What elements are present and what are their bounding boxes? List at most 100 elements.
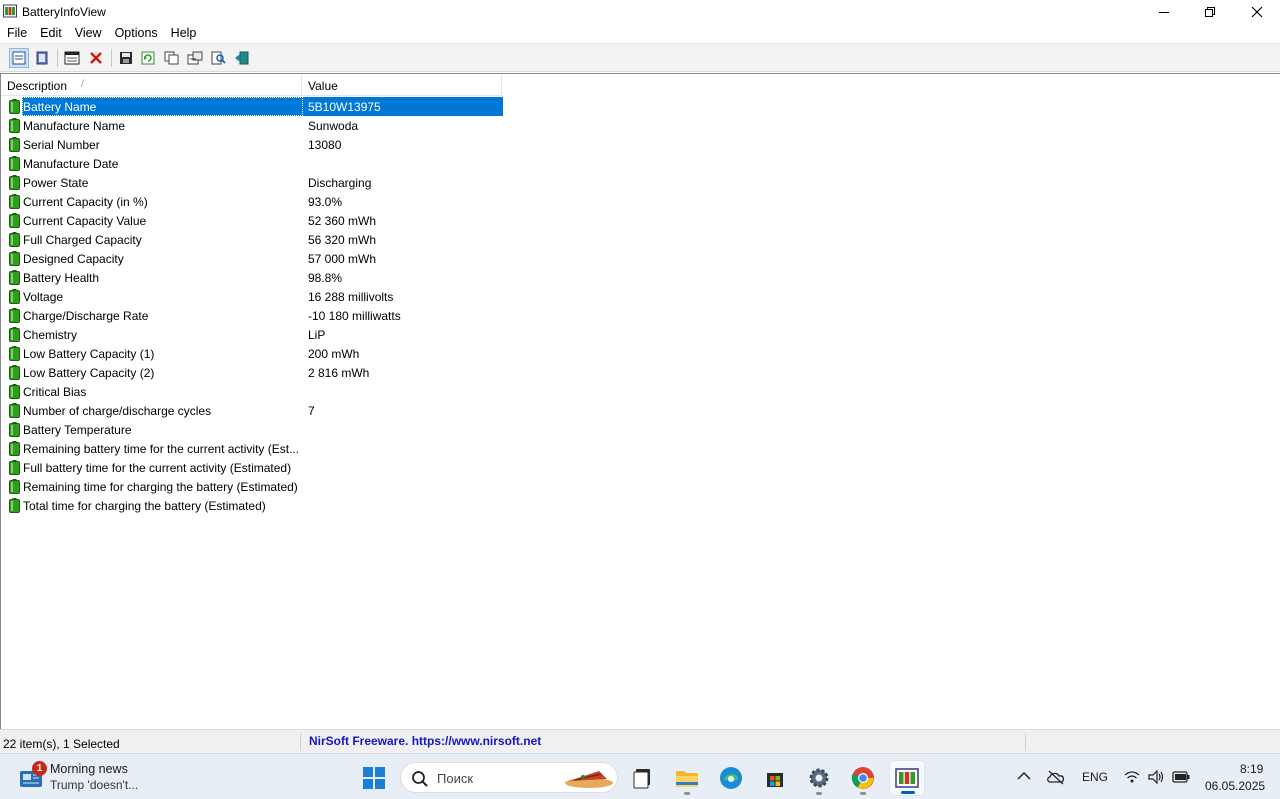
cell-value: 13080 bbox=[308, 138, 342, 152]
taskbar-search[interactable]: Поиск bbox=[400, 762, 618, 793]
restore-icon bbox=[1205, 7, 1215, 17]
start-button[interactable] bbox=[356, 760, 392, 796]
close-button[interactable] bbox=[1234, 0, 1280, 24]
taskbar-chrome[interactable] bbox=[845, 760, 881, 796]
cell-value: 98.8% bbox=[308, 271, 343, 285]
cell-description: Full Charged Capacity bbox=[23, 233, 142, 247]
battery-icon bbox=[9, 213, 20, 228]
list-item[interactable]: Power State Discharging bbox=[1, 173, 503, 192]
sort-indicator-icon: / bbox=[81, 79, 84, 90]
list-item[interactable]: Charge/Discharge Rate -10 180 milliwatts bbox=[1, 306, 503, 325]
taskbar-store[interactable] bbox=[757, 760, 793, 796]
list-item[interactable]: Battery Name 5B10W13975 bbox=[1, 97, 503, 116]
html-report-button[interactable] bbox=[185, 48, 205, 68]
cell-description: Designed Capacity bbox=[23, 252, 124, 266]
volume-icon[interactable] bbox=[1147, 769, 1165, 785]
search-highlight-illustration-icon bbox=[565, 771, 613, 788]
battery-icon bbox=[9, 422, 20, 437]
wifi-icon[interactable] bbox=[1124, 770, 1140, 784]
column-header-description[interactable]: Description / bbox=[1, 74, 302, 96]
save-button[interactable] bbox=[116, 48, 136, 68]
exit-button[interactable] bbox=[232, 48, 252, 68]
restore-button[interactable] bbox=[1187, 0, 1233, 24]
menu-edit[interactable]: Edit bbox=[33, 24, 68, 43]
find-button[interactable] bbox=[209, 48, 229, 68]
taskbar-file-explorer[interactable] bbox=[669, 760, 705, 796]
list-item[interactable]: Full battery time for the current activi… bbox=[1, 458, 503, 477]
taskbar-batteryinfoview[interactable] bbox=[889, 760, 925, 796]
list-item[interactable]: Low Battery Capacity (2) 2 816 mWh bbox=[1, 363, 503, 382]
menu-help[interactable]: Help bbox=[164, 24, 203, 43]
taskbar-settings[interactable] bbox=[801, 760, 837, 796]
battery-info-mode-button[interactable] bbox=[9, 48, 29, 68]
clock-time[interactable]: 8:19 bbox=[1240, 762, 1263, 776]
delete-button[interactable] bbox=[86, 48, 106, 68]
minimize-button[interactable] bbox=[1141, 0, 1187, 24]
list-item[interactable]: Number of charge/discharge cycles 7 bbox=[1, 401, 503, 420]
list-item[interactable]: Designed Capacity 57 000 mWh bbox=[1, 249, 503, 268]
show-hidden-icons-chevron-icon[interactable] bbox=[1017, 771, 1031, 781]
battery-icon bbox=[9, 441, 20, 456]
cell-value: 16 288 millivolts bbox=[308, 290, 394, 304]
battery-icon bbox=[9, 460, 20, 475]
cell-description: Power State bbox=[23, 176, 89, 190]
battery-icon bbox=[9, 479, 20, 494]
cell-value: 56 320 mWh bbox=[308, 233, 377, 247]
cell-description: Total time for charging the battery (Est… bbox=[23, 499, 266, 513]
battery-log-mode-button[interactable] bbox=[32, 48, 52, 68]
battery-icon bbox=[9, 232, 20, 247]
list-item[interactable]: Chemistry LiP bbox=[1, 325, 503, 344]
battery-icon bbox=[9, 99, 20, 114]
cell-value: 200 mWh bbox=[308, 347, 360, 361]
cell-description: Battery Temperature bbox=[23, 423, 132, 437]
taskbar-edge[interactable] bbox=[713, 760, 749, 796]
menu-bar: File Edit View Options Help bbox=[0, 24, 1280, 43]
list-item[interactable]: Full Charged Capacity 56 320 mWh bbox=[1, 230, 503, 249]
menu-file[interactable]: File bbox=[0, 24, 33, 43]
clock-date[interactable]: 06.05.2025 bbox=[1205, 779, 1265, 793]
copy-icon bbox=[164, 51, 179, 65]
refresh-button[interactable] bbox=[138, 48, 158, 68]
list-item[interactable]: Voltage 16 288 millivolts bbox=[1, 287, 503, 306]
list-item[interactable]: Serial Number 13080 bbox=[1, 135, 503, 154]
nirsoft-link[interactable]: NirSoft Freeware. https://www.nirsoft.ne… bbox=[309, 730, 541, 754]
list-item[interactable]: Remaining battery time for the current a… bbox=[1, 439, 503, 458]
search-icon bbox=[412, 771, 428, 787]
edge-browser-icon bbox=[720, 767, 742, 789]
cell-description: Current Capacity Value bbox=[23, 214, 147, 228]
list-item[interactable]: Remaining time for charging the battery … bbox=[1, 477, 503, 496]
list-item[interactable]: Battery Health 98.8% bbox=[1, 268, 503, 287]
cell-value: -10 180 milliwatts bbox=[308, 309, 401, 323]
onedrive-offline-icon[interactable] bbox=[1046, 769, 1066, 785]
task-view-button[interactable] bbox=[625, 760, 661, 796]
list-item[interactable]: Battery Temperature bbox=[1, 420, 503, 439]
battery-tray-icon[interactable] bbox=[1172, 771, 1190, 783]
cell-description: Voltage bbox=[23, 290, 64, 304]
list-item[interactable]: Manufacture Name Sunwoda bbox=[1, 116, 503, 135]
list-item[interactable]: Total time for charging the battery (Est… bbox=[1, 496, 503, 515]
task-view-icon bbox=[633, 769, 650, 789]
report-icon bbox=[187, 51, 203, 65]
cell-value: 7 bbox=[308, 404, 315, 418]
list-item[interactable]: Low Battery Capacity (1) 200 mWh bbox=[1, 344, 503, 363]
menu-view[interactable]: View bbox=[68, 24, 108, 43]
list-item[interactable]: Current Capacity Value 52 360 mWh bbox=[1, 211, 503, 230]
list-item[interactable]: Critical Bias bbox=[1, 382, 503, 401]
battery-icon bbox=[9, 156, 20, 171]
window-properties-icon bbox=[64, 51, 80, 65]
refresh-icon bbox=[141, 51, 155, 65]
language-indicator[interactable]: ENG bbox=[1082, 770, 1108, 784]
battery-list-view[interactable]: Description / Value Battery Name 5B10W139… bbox=[0, 73, 1280, 729]
copy-button[interactable] bbox=[162, 48, 182, 68]
focus-rectangle bbox=[22, 97, 303, 116]
list-item[interactable]: Current Capacity (in %) 93.0% bbox=[1, 192, 503, 211]
file-explorer-icon bbox=[676, 771, 698, 787]
list-header: Description / Value bbox=[1, 74, 1280, 96]
battery-icon bbox=[9, 251, 20, 266]
list-item[interactable]: Manufacture Date bbox=[1, 154, 503, 173]
menu-options[interactable]: Options bbox=[108, 24, 164, 43]
column-header-value[interactable]: Value bbox=[302, 74, 502, 96]
properties-button[interactable] bbox=[62, 48, 82, 68]
cell-description: Chemistry bbox=[23, 328, 78, 342]
news-widget[interactable]: 1 Morning news Trump 'doesn't... bbox=[18, 760, 168, 796]
